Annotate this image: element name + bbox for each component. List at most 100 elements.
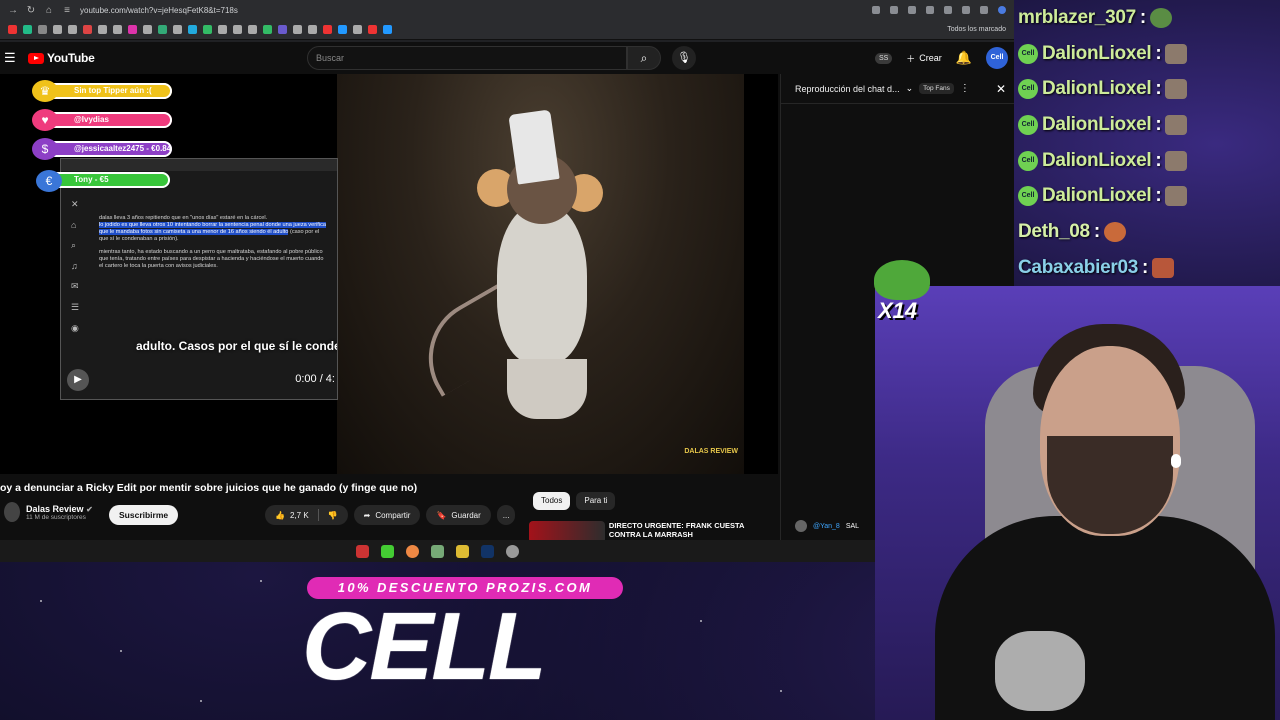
- microphone-icon[interactable]: 🎙: [672, 46, 696, 70]
- bookmark-icon[interactable]: [263, 25, 272, 34]
- thumbs-down-icon[interactable]: 👎: [328, 511, 338, 520]
- forward-icon[interactable]: →: [8, 5, 18, 16]
- bookmark-icon[interactable]: [128, 25, 137, 34]
- chevron-down-icon[interactable]: ⌄: [906, 83, 914, 94]
- chat-title[interactable]: Reproducción del chat d...: [795, 84, 900, 94]
- app-icon[interactable]: [381, 544, 394, 558]
- extension-icon[interactable]: [908, 6, 916, 14]
- bookmark-icon[interactable]: [323, 25, 332, 34]
- subscribe-button[interactable]: Suscribirme: [109, 505, 179, 525]
- subscriber-count: 11 M de suscriptores: [26, 513, 86, 521]
- bookmark-icon[interactable]: [68, 25, 77, 34]
- shirt-logo: [995, 631, 1085, 711]
- channel-avatar[interactable]: [4, 502, 20, 522]
- mail-icon: ✉: [71, 281, 79, 291]
- user-icon: ◉: [71, 323, 79, 333]
- bookmark-icon[interactable]: [158, 25, 167, 34]
- bookmark-icon[interactable]: [338, 25, 347, 34]
- extension-icon[interactable]: [890, 6, 898, 14]
- recommended-video[interactable]: DIRECTO URGENTE: FRANK CUESTA CONTRA LA …: [529, 521, 777, 541]
- search-icon[interactable]: ⌕: [627, 46, 661, 70]
- bookmark-icon[interactable]: [383, 25, 392, 34]
- plus-icon: ＋: [906, 53, 916, 64]
- channel-info[interactable]: Dalas Review ✔ 11 M de suscriptores: [4, 502, 93, 522]
- chip-all[interactable]: Todos: [533, 492, 571, 510]
- all-bookmarks-link[interactable]: Todos los marcado: [947, 26, 1006, 33]
- earbud: [1171, 454, 1181, 468]
- recommendation-chips: Todos Para ti: [533, 492, 616, 510]
- more-icon[interactable]: ⋮: [960, 83, 970, 94]
- mouse-legs: [507, 359, 587, 419]
- search-input[interactable]: Buscar: [307, 46, 627, 70]
- close-icon[interactable]: ✕: [996, 82, 1006, 96]
- recommended-thumbnail[interactable]: [529, 521, 605, 541]
- site-info-icon[interactable]: ≡: [62, 5, 72, 16]
- recommended-title[interactable]: DIRECTO URGENTE: FRANK CUESTA CONTRA LA …: [609, 521, 777, 541]
- inner-browser-bar: [61, 159, 337, 171]
- save-button[interactable]: 🔖 Guardar: [426, 505, 491, 525]
- bookmark-icon[interactable]: [38, 25, 47, 34]
- emote-counter: X14: [878, 298, 918, 323]
- tipper-badge: @jessicaaltez2475 - €0.84: [44, 141, 172, 157]
- bookmark-icon[interactable]: [278, 25, 287, 34]
- app-icon[interactable]: [356, 544, 369, 558]
- bookmark-icon[interactable]: [203, 25, 212, 34]
- bookmark-icon[interactable]: [233, 25, 242, 34]
- bookmark-icon[interactable]: [293, 25, 302, 34]
- bookmark-icon[interactable]: [8, 25, 17, 34]
- profile-icon[interactable]: [998, 6, 1006, 14]
- photoshop-icon[interactable]: [481, 544, 494, 558]
- ss-badge[interactable]: SS: [874, 52, 893, 64]
- app-icon[interactable]: [431, 544, 444, 558]
- mouse-body: [497, 204, 587, 364]
- bookmark-icon[interactable]: [98, 25, 107, 34]
- folder-icon[interactable]: [456, 544, 469, 558]
- list-icon: ☰: [71, 302, 80, 312]
- youtube-logo[interactable]: YouTube: [28, 51, 95, 65]
- bell-icon[interactable]: 🔔: [956, 50, 972, 66]
- bookmark-icon[interactable]: [23, 25, 32, 34]
- chrome-icon[interactable]: [406, 544, 419, 558]
- stream-chat-message: mrblazer_307 :: [1014, 0, 1280, 36]
- bookmark-icon[interactable]: [53, 25, 62, 34]
- extension-icon[interactable]: [962, 6, 970, 14]
- extension-icon[interactable]: [926, 6, 934, 14]
- stream-chat-message: Cell DalionLioxel :: [1014, 178, 1280, 214]
- bookmark-icon[interactable]: [113, 25, 122, 34]
- extension-icon[interactable]: [980, 6, 988, 14]
- app-icon[interactable]: [506, 544, 519, 558]
- emote-icon: [1165, 186, 1188, 207]
- bookmark-icon[interactable]: [353, 25, 362, 34]
- more-actions-button[interactable]: ...: [496, 505, 516, 525]
- bookmark-icon[interactable]: [188, 25, 197, 34]
- top-fans-badge[interactable]: Top Fans: [919, 83, 954, 94]
- channel-name[interactable]: Dalas Review: [26, 504, 84, 514]
- cell-badge-icon: Cell: [1018, 150, 1038, 171]
- bookmark-icon[interactable]: [173, 25, 182, 34]
- bookmark-icon[interactable]: [143, 25, 152, 34]
- star: [40, 600, 42, 602]
- star: [120, 650, 122, 652]
- menu-icon[interactable]: ☰: [4, 50, 20, 66]
- stream-chat-message: Cell DalionLioxel :: [1014, 36, 1280, 72]
- bookmark-icon[interactable]: [218, 25, 227, 34]
- bookmark-icon[interactable]: [83, 25, 92, 34]
- save-label: Guardar: [451, 510, 481, 520]
- extension-icon[interactable]: [872, 6, 880, 14]
- channel-watermark: DALAS REVIEW: [684, 448, 738, 455]
- like-button[interactable]: 👍 2,7 K 👎: [265, 505, 348, 525]
- reload-icon[interactable]: ↻: [26, 5, 36, 16]
- bookmark-icon[interactable]: [368, 25, 377, 34]
- chip-for-you[interactable]: Para ti: [576, 492, 616, 510]
- create-button[interactable]: ＋ Crear: [906, 52, 942, 65]
- star: [260, 580, 262, 582]
- bookmark-icon[interactable]: [308, 25, 317, 34]
- bookmark-icon[interactable]: [248, 25, 257, 34]
- cell-badge-icon: Cell: [1018, 43, 1038, 64]
- stream-chat-message: Cell DalionLioxel :: [1014, 143, 1280, 179]
- extension-icon[interactable]: [944, 6, 952, 14]
- url-field[interactable]: youtube.com/watch?v=jeHesqFetK8&t=718s: [80, 6, 238, 15]
- home-icon[interactable]: ⌂: [44, 5, 54, 16]
- share-button[interactable]: ➦ Compartir: [353, 505, 421, 525]
- account-avatar[interactable]: Cell: [986, 47, 1008, 69]
